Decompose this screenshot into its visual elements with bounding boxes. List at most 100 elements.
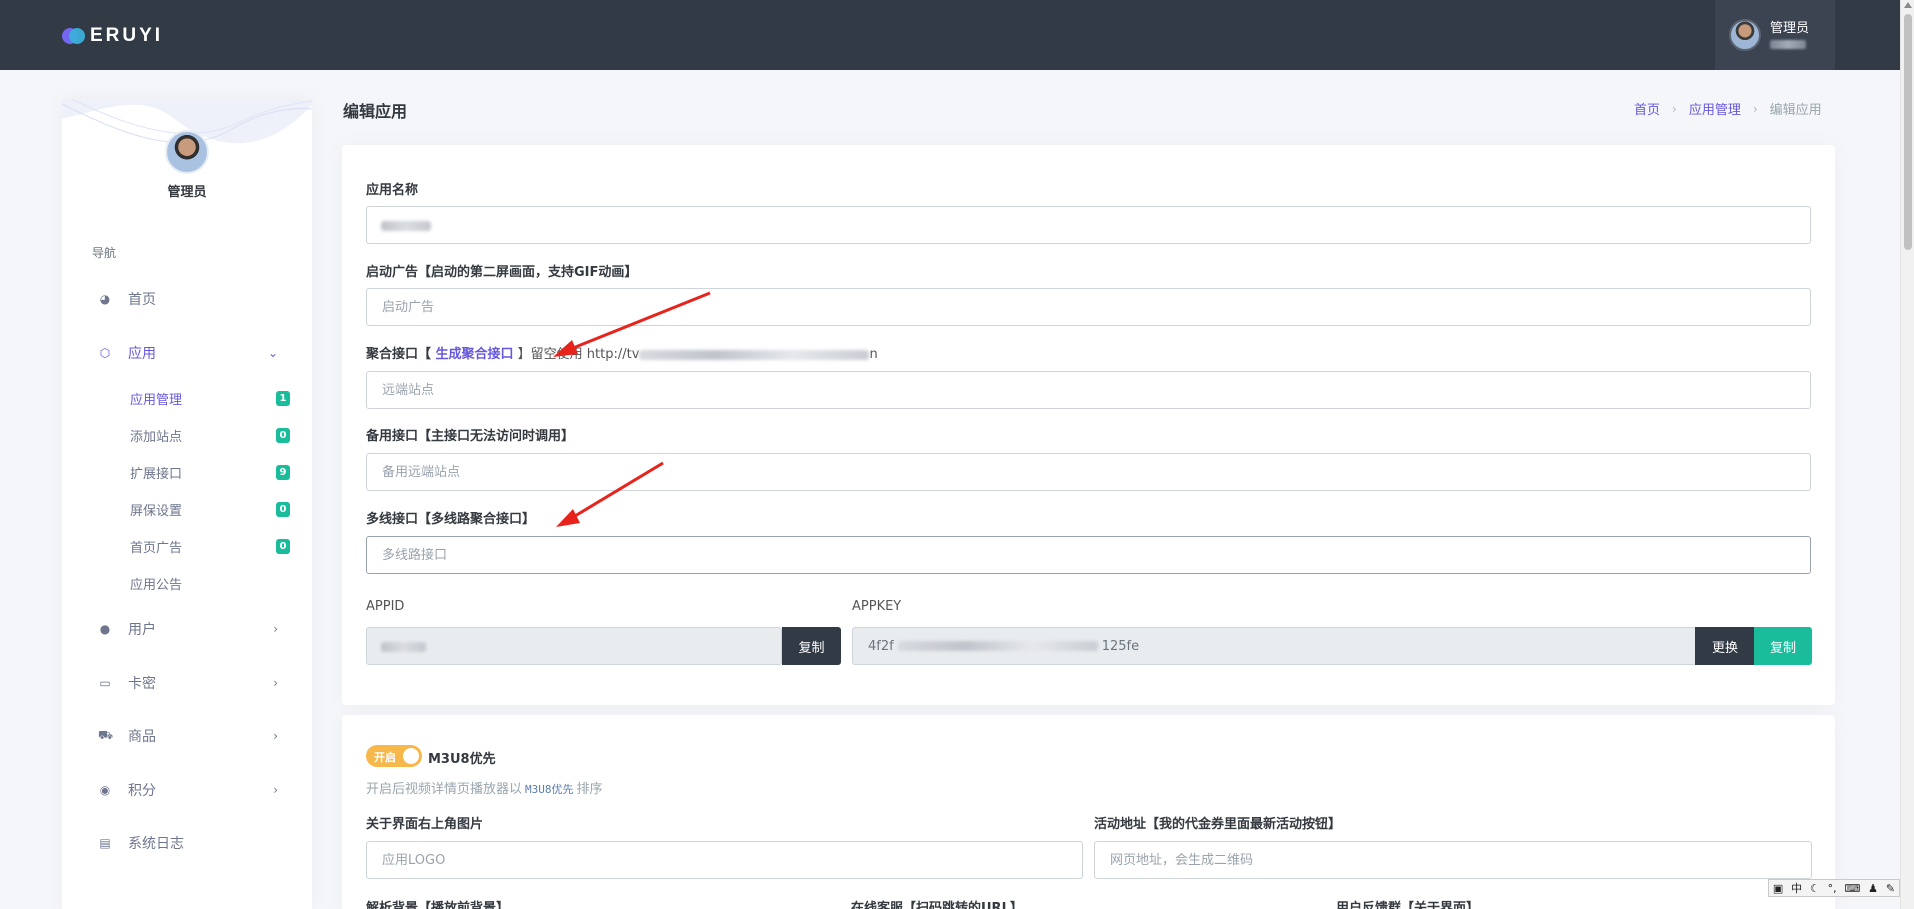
nav-item-goods[interactable]: ⛟ 商品 › <box>62 716 312 756</box>
user-icon[interactable]: ♟ <box>1868 882 1878 895</box>
backup-api-label: 备用接口【主接口无法访问时调用】 <box>366 429 575 444</box>
online-service-label: 在线客服【扫码跳转的URL】 <box>851 901 1023 909</box>
nav-item-user[interactable]: ● 用户 › <box>62 609 312 649</box>
multiline-api-input[interactable] <box>366 536 1811 574</box>
chevron-right-icon: › <box>273 676 278 690</box>
chevron-right-icon: › <box>273 622 278 636</box>
user-icon: ● <box>99 622 111 636</box>
avatar <box>1729 19 1761 51</box>
nav-section-title: 导航 <box>92 246 117 260</box>
about-image-label: 关于界面右上角图片 <box>366 817 484 832</box>
brand-logo[interactable]: ERUYI <box>62 25 163 47</box>
page-scrollbar[interactable] <box>1900 0 1914 909</box>
app-name-label: 应用名称 <box>366 183 419 198</box>
app-name-input[interactable] <box>366 206 1811 244</box>
launch-ad-input[interactable] <box>366 288 1811 326</box>
dashboard-icon: ◕ <box>99 292 111 306</box>
appkey-value-tail: 125fe <box>1101 638 1140 654</box>
sub-item-label: 首页广告 <box>130 540 183 556</box>
copy-appid-button[interactable]: 复制 <box>782 627 841 665</box>
generate-aggregate-link[interactable]: 生成聚合接口 <box>436 347 514 362</box>
help-prefix: 开启后视频详情页播放器以 <box>366 782 523 797</box>
aggregate-label-suffix: 】留空使用 http://tv <box>513 347 640 362</box>
aggregate-api-input[interactable] <box>366 371 1811 409</box>
regenerate-appkey-button[interactable]: 更换 <box>1695 627 1755 665</box>
scroll-up-arrow-icon[interactable] <box>1904 2 1912 8</box>
appkey-input[interactable]: 4f2f 125fe <box>852 627 1696 665</box>
count-badge: 0 <box>276 502 290 517</box>
help-code: M3U8优先 <box>525 783 574 796</box>
page-title: 编辑应用 <box>343 102 408 121</box>
breadcrumb-app-manage[interactable]: 应用管理 <box>1689 99 1741 118</box>
toggle-knob <box>403 748 419 764</box>
sub-item-add-site[interactable]: 添加站点 0 <box>62 420 312 450</box>
sub-item-home-ads[interactable]: 首页广告 0 <box>62 531 312 561</box>
nav-item-label: 商品 <box>128 729 156 745</box>
left-sidebar: 管理员 导航 ◕ 首页 ⬡ 应用 ⌄ 应用管理 1 添加站点 0 扩展接口 9 … <box>62 99 312 909</box>
log-icon: ▤ <box>99 836 111 850</box>
ime-logo-icon[interactable]: ▣ <box>1773 882 1783 895</box>
nav-item-label: 用户 <box>128 622 156 638</box>
nav-item-label: 首页 <box>128 292 156 308</box>
appkey-redacted <box>897 641 1098 651</box>
sub-item-label: 屏保设置 <box>130 503 183 519</box>
cube-icon: ⬡ <box>99 346 111 360</box>
top-navbar: ERUYI 管理员 <box>0 0 1900 70</box>
app-name-redacted-value <box>381 221 431 231</box>
about-image-input[interactable] <box>366 841 1083 879</box>
nav-item-app[interactable]: ⬡ 应用 ⌄ <box>62 333 312 373</box>
moon-icon[interactable]: ☾ <box>1810 882 1820 895</box>
nav-item-system-log[interactable]: ▤ 系统日志 <box>62 823 312 863</box>
count-badge: 0 <box>276 428 290 443</box>
card-icon: ▭ <box>99 676 111 690</box>
nav-item-points[interactable]: ◉ 积分 › <box>62 770 312 810</box>
sub-item-label: 扩展接口 <box>130 466 183 482</box>
topbar-user-menu[interactable]: 管理员 <box>1715 0 1835 70</box>
toggle-on-label: 开启 <box>374 751 396 764</box>
count-badge: 1 <box>276 391 290 406</box>
activity-url-input[interactable] <box>1094 841 1812 879</box>
settings-card: 开启 M3U8优先 开启后视频详情页播放器以 M3U8优先 排序 关于界面右上角图片… <box>342 715 1835 909</box>
scrollbar-thumb[interactable] <box>1904 14 1912 250</box>
sub-item-label: 添加站点 <box>130 429 183 445</box>
aggregate-api-label: 聚合接口【 生成聚合接口 】留空使用 http://tv n <box>366 343 878 362</box>
sub-item-extend-api[interactable]: 扩展接口 9 <box>62 457 312 487</box>
sub-item-screensaver[interactable]: 屏保设置 0 <box>62 494 312 524</box>
breadcrumb-current: 编辑应用 <box>1769 103 1822 118</box>
appid-label: APPID <box>366 599 405 614</box>
sub-item-app-notice[interactable]: 应用公告 <box>62 568 312 598</box>
chevron-right-icon: › <box>273 729 278 743</box>
breadcrumb-home[interactable]: 首页 <box>1634 99 1660 118</box>
nav-item-label: 系统日志 <box>128 836 184 852</box>
settings-icon[interactable]: ✎ <box>1886 882 1895 895</box>
help-suffix: 排序 <box>576 782 603 797</box>
keyboard-icon[interactable]: ⌨ <box>1844 882 1860 895</box>
count-badge: 9 <box>276 465 290 480</box>
ime-toolbar[interactable]: ▣ 中 ☾ °, ⌨ ♟ ✎ <box>1768 879 1900 897</box>
copy-appkey-button[interactable]: 复制 <box>1754 627 1812 665</box>
sub-item-label: 应用管理 <box>130 392 183 408</box>
chevron-down-icon: ⌄ <box>267 346 278 360</box>
sub-item-app-manage[interactable]: 应用管理 1 <box>62 383 312 413</box>
appid-input[interactable] <box>366 627 782 665</box>
punctuation-icon[interactable]: °, <box>1828 882 1837 895</box>
backup-api-input[interactable] <box>366 453 1811 491</box>
topbar-user-sub-redacted <box>1770 40 1806 49</box>
launch-ad-label: 启动广告【启动的第二屏画面，支持GIF动画】 <box>366 265 638 280</box>
cart-icon: ⛟ <box>98 728 114 742</box>
activity-url-label: 活动地址【我的代金券里面最新活动按钮】 <box>1094 817 1342 832</box>
nav-item-label: 卡密 <box>128 676 156 692</box>
m3u8-priority-toggle[interactable]: 开启 <box>366 745 422 767</box>
m3u8-help-text: 开启后视频详情页播放器以 M3U8优先 排序 <box>366 778 603 797</box>
breadcrumb-separator-icon: › <box>1672 101 1677 116</box>
nav-item-label: 积分 <box>128 783 156 799</box>
appid-redacted-value <box>381 642 426 652</box>
logo-mark-icon <box>62 27 86 45</box>
sub-item-label: 应用公告 <box>130 577 183 593</box>
nav-item-home[interactable]: ◕ 首页 <box>62 279 312 319</box>
ime-mode-label[interactable]: 中 <box>1791 880 1802 896</box>
nav-item-card[interactable]: ▭ 卡密 › <box>62 663 312 703</box>
parse-background-label: 解析背景【播放前背景】 <box>366 901 510 909</box>
logo-text: ERUYI <box>90 25 164 46</box>
sidebar-user-name: 管理员 <box>167 185 207 200</box>
